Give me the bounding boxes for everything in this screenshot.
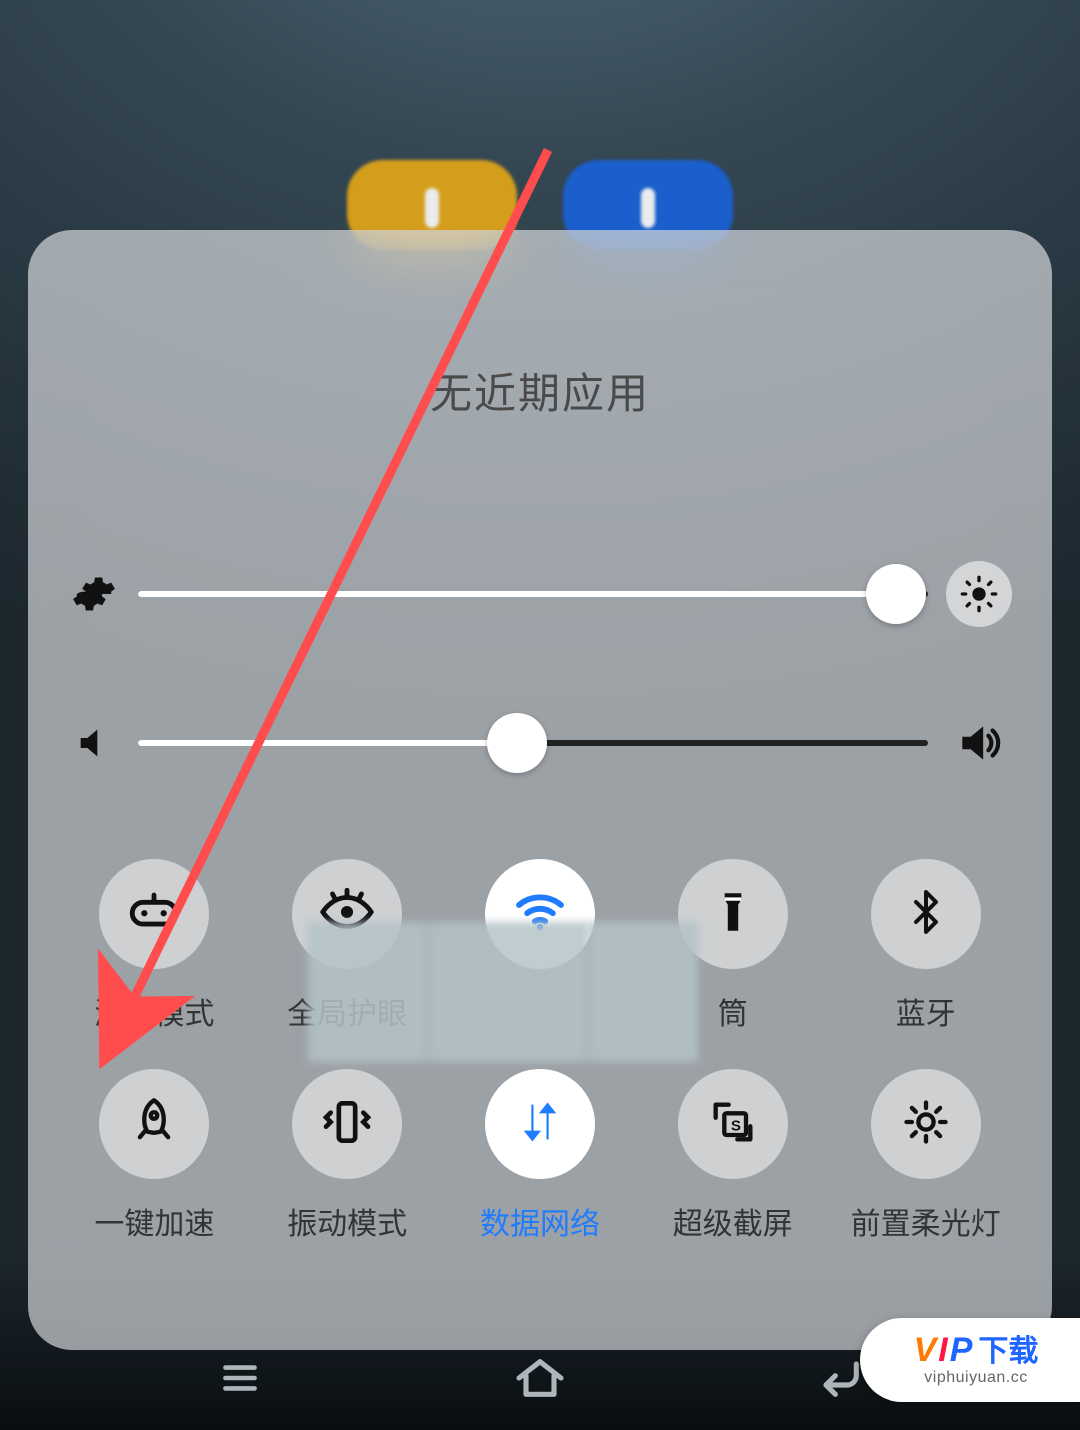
toggle-label: 前置柔光灯 bbox=[851, 1199, 1001, 1243]
volume-up-icon[interactable] bbox=[946, 717, 1012, 769]
data-arrows-icon bbox=[514, 1096, 566, 1153]
svg-text:S: S bbox=[731, 1117, 741, 1134]
menu-icon bbox=[215, 1353, 265, 1408]
toggle-mobile-data: 数据网络 bbox=[444, 1069, 637, 1243]
toggle-vibrate: 振动模式 bbox=[251, 1069, 444, 1243]
home-icon bbox=[512, 1350, 568, 1411]
bluetooth-button[interactable] bbox=[871, 859, 981, 969]
brightness-slider-thumb[interactable] bbox=[866, 564, 926, 624]
bluetooth-icon bbox=[902, 888, 950, 941]
boost-button[interactable] bbox=[99, 1069, 209, 1179]
toggle-bluetooth: 蓝牙 bbox=[829, 859, 1022, 1033]
brightness-slider[interactable] bbox=[138, 591, 928, 597]
toggle-label: 筒 bbox=[718, 989, 748, 1033]
censor-patch bbox=[308, 922, 428, 1062]
vibrate-icon bbox=[319, 1094, 375, 1155]
front-light-button[interactable] bbox=[871, 1069, 981, 1179]
watermark-logo: VIP下载 bbox=[914, 1333, 1039, 1367]
toggle-label: 蓝牙 bbox=[896, 989, 956, 1033]
toggle-label: 超级截屏 bbox=[673, 1199, 793, 1243]
watermark-badge: VIP下载 viphuiyuan.cc bbox=[860, 1318, 1080, 1402]
brightness-icon[interactable] bbox=[946, 561, 1012, 627]
toggle-front-light: 前置柔光灯 bbox=[829, 1069, 1022, 1243]
censor-patch bbox=[428, 922, 588, 1062]
volume-slider-row bbox=[58, 717, 1022, 769]
control-center-panel[interactable]: 无近期应用 bbox=[28, 230, 1052, 1350]
gear-icon[interactable] bbox=[68, 568, 120, 620]
watermark-url: viphuiyuan.cc bbox=[924, 1369, 1027, 1387]
volume-slider-thumb[interactable] bbox=[487, 713, 547, 773]
rocket-icon bbox=[128, 1096, 180, 1153]
censor-patch bbox=[588, 922, 698, 1062]
toggle-label: 游戏模式 bbox=[94, 989, 214, 1033]
no-recent-apps-title: 无近期应用 bbox=[58, 360, 1022, 421]
gamepad-icon bbox=[125, 883, 183, 946]
mobile-data-button[interactable] bbox=[485, 1069, 595, 1179]
toggle-boost: 一键加速 bbox=[58, 1069, 251, 1243]
toggle-label: 振动模式 bbox=[287, 1199, 407, 1243]
toggle-label: 数据网络 bbox=[480, 1199, 600, 1243]
front-light-icon bbox=[900, 1096, 952, 1153]
super-screenshot-icon: S bbox=[707, 1096, 759, 1153]
volume-slider[interactable] bbox=[138, 740, 928, 746]
toggle-screenshot: S 超级截屏 bbox=[636, 1069, 829, 1243]
toggle-game-mode: 游戏模式 bbox=[58, 859, 251, 1033]
nav-home-button[interactable] bbox=[505, 1345, 575, 1415]
screenshot-button[interactable]: S bbox=[678, 1069, 788, 1179]
volume-mute-icon[interactable] bbox=[68, 717, 120, 769]
game-mode-button[interactable] bbox=[99, 859, 209, 969]
flashlight-icon bbox=[708, 887, 758, 942]
toggle-label: 一键加速 bbox=[94, 1199, 214, 1243]
vibrate-button[interactable] bbox=[292, 1069, 402, 1179]
nav-menu-button[interactable] bbox=[205, 1345, 275, 1415]
brightness-slider-row bbox=[58, 561, 1022, 627]
